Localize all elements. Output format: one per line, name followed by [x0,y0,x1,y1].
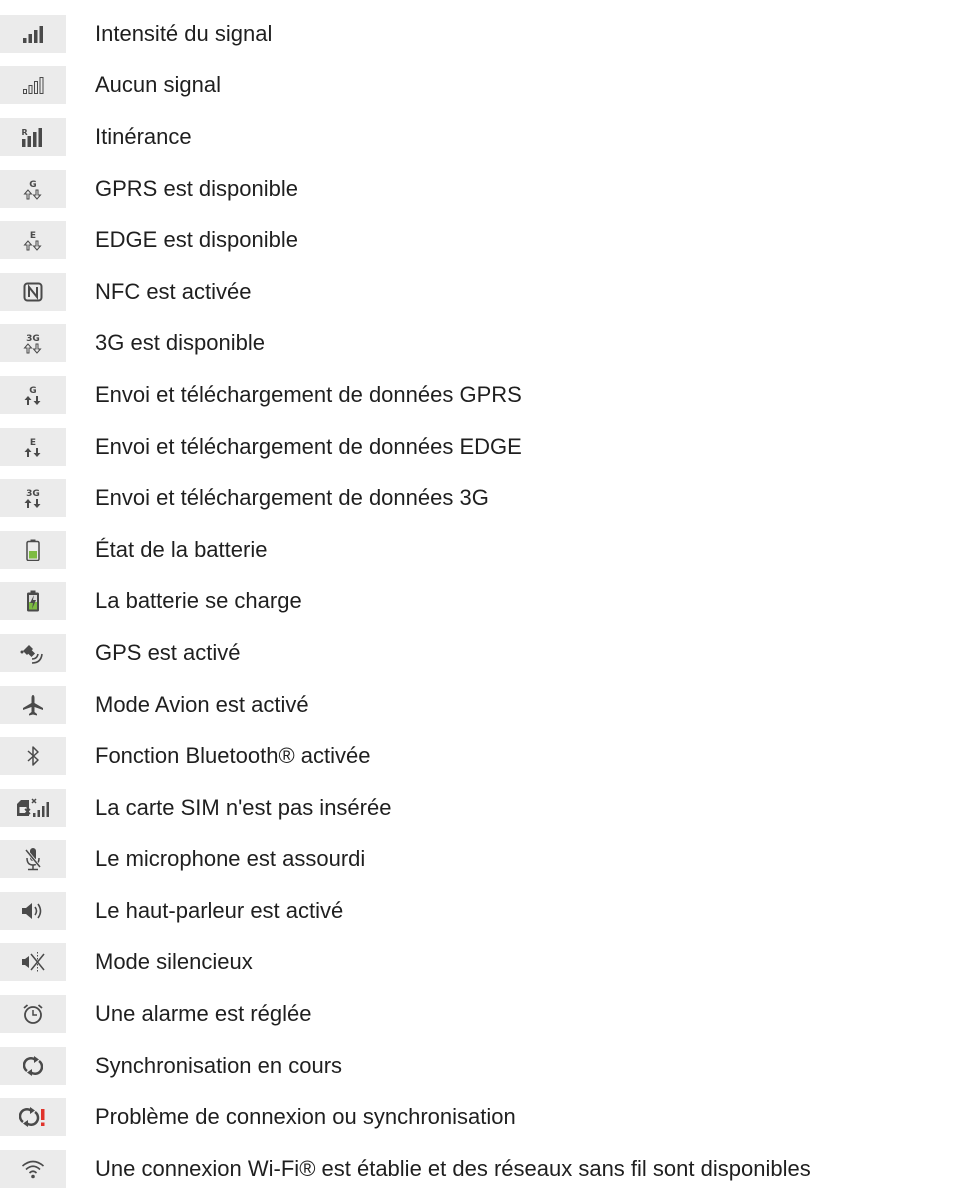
gprs-icon: G [0,169,66,208]
list-item: E EDGE est disponible [0,214,964,266]
item-label: Mode Avion est activé [95,691,309,717]
edge-icon-letter: E [30,231,36,241]
3g-data-icon-text: 3G [26,489,40,499]
item-label: Envoi et téléchargement de données EDGE [95,433,522,459]
edge-data-icon-letter: E [30,438,36,448]
list-item: NFC est activée [0,266,964,318]
list-item: 3G 3G est disponible [0,318,964,370]
item-label: Intensité du signal [95,20,273,46]
list-item: Fonction Bluetooth® activée [0,730,964,782]
gps-icon [0,633,66,672]
item-label: La carte SIM n'est pas insérée [95,794,392,820]
list-item: 3G Envoi et téléchargement de données 3G [0,472,964,524]
nfc-icon [0,272,66,311]
item-label: Fonction Bluetooth® activée [95,743,371,769]
edge-data-icon: E [0,427,66,466]
item-label: Une connexion Wi-Fi® est établie et des … [95,1155,811,1181]
list-item: État de la batterie [0,524,964,576]
sync-error-icon [0,1098,66,1137]
gprs-icon-letter: G [29,180,36,190]
item-label: Itinérance [95,123,192,149]
gprs-data-icon-letter: G [29,386,36,396]
3g-icon: 3G [0,324,66,363]
silent-mode-icon [0,943,66,982]
item-label: Mode silencieux [95,949,253,975]
list-item: E Envoi et téléchargement de données EDG… [0,421,964,473]
list-item: Mode Avion est activé [0,679,964,731]
speaker-icon [0,891,66,930]
battery-icon [0,530,66,569]
item-label: Une alarme est réglée [95,1001,312,1027]
list-item: Synchronisation en cours [0,1040,964,1092]
signal-strength-icon [0,14,66,53]
list-item: Une alarme est réglée [0,988,964,1040]
airplane-icon [0,685,66,724]
no-signal-icon [0,66,66,105]
list-item: Le microphone est assourdi [0,834,964,886]
list-item: R Itinérance [0,111,964,163]
sync-icon [0,1046,66,1085]
item-label: État de la batterie [95,536,268,562]
item-label: NFC est activée [95,278,252,304]
alarm-icon [0,995,66,1034]
3g-icon-text: 3G [26,334,40,344]
list-item: Une connexion Wi-Fi® est établie et des … [0,1143,964,1195]
item-label: GPS est activé [95,639,241,665]
battery-charging-icon [0,582,66,621]
list-item: Intensité du signal [0,8,964,60]
item-label: Synchronisation en cours [95,1052,343,1078]
list-item: La carte SIM n'est pas insérée [0,782,964,834]
item-label: Aucun signal [95,72,221,98]
list-item: Aucun signal [0,60,964,112]
list-item: La batterie se charge [0,576,964,628]
status-icon-list: Intensité du signal Aucun signal R Itiné… [0,8,964,1195]
list-item: G Envoi et téléchargement de données GPR… [0,369,964,421]
no-sim-icon [0,788,66,827]
edge-icon: E [0,221,66,260]
mic-muted-icon [0,840,66,879]
item-label: Envoi et téléchargement de données 3G [95,485,489,511]
list-item: Mode silencieux [0,937,964,989]
item-label: La batterie se charge [95,588,302,614]
wifi-icon [0,1149,66,1188]
item-label: Le microphone est assourdi [95,846,366,872]
svg-text:R: R [22,128,28,137]
list-item: GPS est activé [0,627,964,679]
item-label: Envoi et téléchargement de données GPRS [95,381,522,407]
3g-data-icon: 3G [0,479,66,518]
bluetooth-icon [0,737,66,776]
item-label: Problème de connexion ou synchronisation [95,1104,516,1130]
item-label: GPRS est disponible [95,175,298,201]
item-label: EDGE est disponible [95,227,298,253]
roaming-icon: R [0,117,66,156]
list-item: Problème de connexion ou synchronisation [0,1091,964,1143]
gprs-data-icon: G [0,375,66,414]
list-item: G GPRS est disponible [0,163,964,215]
list-item: Le haut-parleur est activé [0,885,964,937]
item-label: 3G est disponible [95,330,265,356]
item-label: Le haut-parleur est activé [95,897,344,923]
